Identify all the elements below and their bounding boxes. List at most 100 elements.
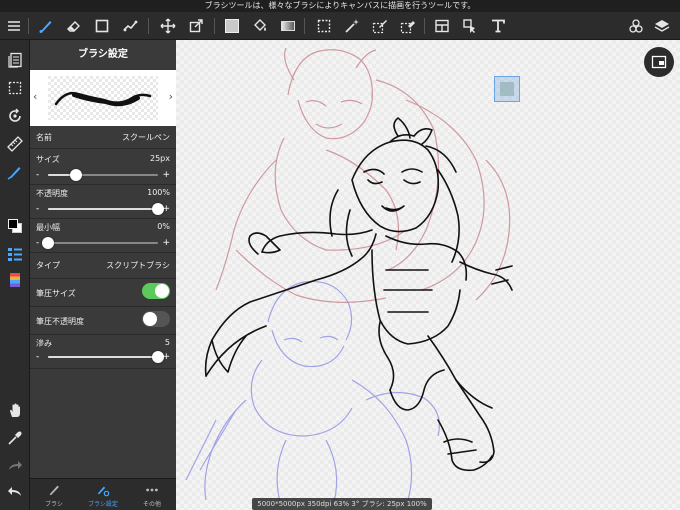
- rectangle-icon[interactable]: [92, 16, 112, 36]
- window-mode-button[interactable]: [644, 47, 674, 77]
- tab-brush-settings-label: ブラシ設定: [88, 501, 118, 508]
- size-decrease-button[interactable]: -: [36, 168, 39, 182]
- size-slider-knob[interactable]: [69, 169, 82, 181]
- opacity-row: 不透明度 100%: [30, 188, 176, 202]
- blur-decrease-button[interactable]: -: [36, 350, 39, 364]
- panel-divider: [30, 184, 176, 185]
- brush-preview: ‹ ›: [30, 70, 176, 126]
- panel-divider: [30, 252, 176, 253]
- selection-marker[interactable]: [494, 76, 520, 102]
- blur-label: 滲み: [36, 339, 52, 348]
- ruler-icon[interactable]: [5, 134, 25, 154]
- panel-divider: [30, 368, 176, 369]
- main-toolbar: [0, 12, 680, 40]
- bucket-icon[interactable]: [250, 16, 270, 36]
- window-icon: [651, 55, 667, 69]
- selection-icon[interactable]: [5, 78, 25, 98]
- panel-divider: [30, 334, 176, 335]
- brush-settings-icon[interactable]: [5, 162, 25, 182]
- panel-divider: [30, 218, 176, 219]
- blur-slider[interactable]: - +: [36, 350, 170, 364]
- status-bar: 5000*5000px 350dpi 63% 3° ブラシ: 25px 100%: [252, 498, 432, 510]
- brush-stroke-preview: [48, 76, 158, 120]
- panel-tab-bar: ブラシ ブラシ設定 その他: [30, 478, 176, 510]
- name-label: 名前: [36, 133, 52, 142]
- min-width-label: 最小幅: [36, 223, 60, 232]
- tool-hint-bar: ブラシツールは、様々なブラシによりキャンバスに描画を行うツールです。: [0, 0, 680, 12]
- name-row[interactable]: 名前 スクールペン: [30, 132, 176, 146]
- opacity-increase-button[interactable]: +: [162, 202, 170, 216]
- type-label: タイプ: [36, 261, 60, 270]
- brush-icon[interactable]: [36, 16, 56, 36]
- opacity-label: 不透明度: [36, 189, 68, 198]
- size-value: 25px: [150, 154, 170, 163]
- left-icon-bar: [0, 40, 30, 510]
- size-increase-button[interactable]: +: [162, 168, 170, 182]
- tab-more-label: その他: [142, 501, 161, 508]
- min-width-increase-button[interactable]: +: [162, 236, 170, 250]
- tab-more[interactable]: その他: [128, 479, 176, 510]
- fill-tool-icon[interactable]: [120, 16, 140, 36]
- canvas-artwork: [185, 47, 513, 503]
- select-pen-icon[interactable]: [370, 16, 390, 36]
- toolbar-divider: [424, 18, 425, 34]
- frame-icon[interactable]: [432, 16, 452, 36]
- layers-icon[interactable]: [652, 16, 672, 36]
- eraser-icon[interactable]: [64, 16, 84, 36]
- color-swap-icon[interactable]: [5, 216, 25, 236]
- pressure-size-label: 筆圧サイズ: [36, 289, 76, 298]
- tab-brush[interactable]: ブラシ: [30, 479, 78, 510]
- eyedropper-icon[interactable]: [5, 428, 25, 448]
- material-icon[interactable]: [626, 16, 646, 36]
- move-icon[interactable]: [158, 16, 178, 36]
- size-slider[interactable]: - +: [36, 168, 170, 182]
- toolbar-divider: [148, 18, 149, 34]
- min-width-slider-knob[interactable]: [42, 237, 54, 249]
- pages-icon[interactable]: [5, 50, 25, 70]
- undo-icon[interactable]: [5, 482, 25, 502]
- drawing-canvas[interactable]: [176, 40, 680, 510]
- select-rect-icon[interactable]: [314, 16, 334, 36]
- next-brush-button[interactable]: ›: [169, 90, 173, 103]
- prev-brush-button[interactable]: ‹: [33, 90, 37, 103]
- pressure-opacity-toggle[interactable]: [142, 311, 170, 327]
- brush-settings-icon: [79, 479, 127, 499]
- type-value: スクリプトブラシ: [106, 261, 170, 270]
- color-swatch-icon[interactable]: [222, 16, 242, 36]
- toolbar-divider: [28, 18, 29, 34]
- blur-value: 5: [164, 338, 170, 347]
- tab-brush-label: ブラシ: [45, 501, 63, 508]
- min-width-row: 最小幅 0%: [30, 222, 176, 236]
- size-row: サイズ 25px: [30, 154, 176, 168]
- blue-sketch-layer: [185, 280, 440, 503]
- hamburger-icon[interactable]: [4, 16, 24, 36]
- blur-increase-button[interactable]: +: [162, 350, 170, 364]
- app-window: ブラシツールは、様々なブラシによりキャンバスに描画を行うツールです。 ブラシ設定…: [0, 0, 680, 510]
- operation-icon[interactable]: [460, 16, 480, 36]
- select-erase-icon[interactable]: [398, 16, 418, 36]
- tab-brush-settings[interactable]: ブラシ設定: [79, 479, 127, 510]
- pressure-size-toggle[interactable]: [142, 283, 170, 299]
- min-width-slider[interactable]: - +: [36, 236, 170, 250]
- magic-wand-icon[interactable]: [342, 16, 362, 36]
- text-icon[interactable]: [488, 16, 508, 36]
- hand-icon[interactable]: [5, 400, 25, 420]
- redo-icon[interactable]: [5, 456, 25, 476]
- opacity-value: 100%: [147, 188, 170, 197]
- opacity-decrease-button[interactable]: -: [36, 202, 39, 216]
- panel-divider: [30, 148, 176, 149]
- transform-icon[interactable]: [186, 16, 206, 36]
- panel-divider: [30, 306, 176, 307]
- type-row[interactable]: タイプ スクリプトブラシ: [30, 260, 176, 274]
- toolbar-divider: [214, 18, 215, 34]
- gradient-icon[interactable]: [278, 16, 298, 36]
- brush-icon: [30, 479, 78, 499]
- palette-icon[interactable]: [5, 270, 25, 290]
- layer-list-icon[interactable]: [5, 244, 25, 264]
- toolbar-divider: [304, 18, 305, 34]
- line-art-layer: [204, 117, 513, 472]
- opacity-slider[interactable]: - +: [36, 202, 170, 216]
- panel-title: ブラシ設定: [78, 49, 128, 60]
- min-width-decrease-button[interactable]: -: [36, 236, 39, 250]
- rotate-icon[interactable]: [5, 106, 25, 126]
